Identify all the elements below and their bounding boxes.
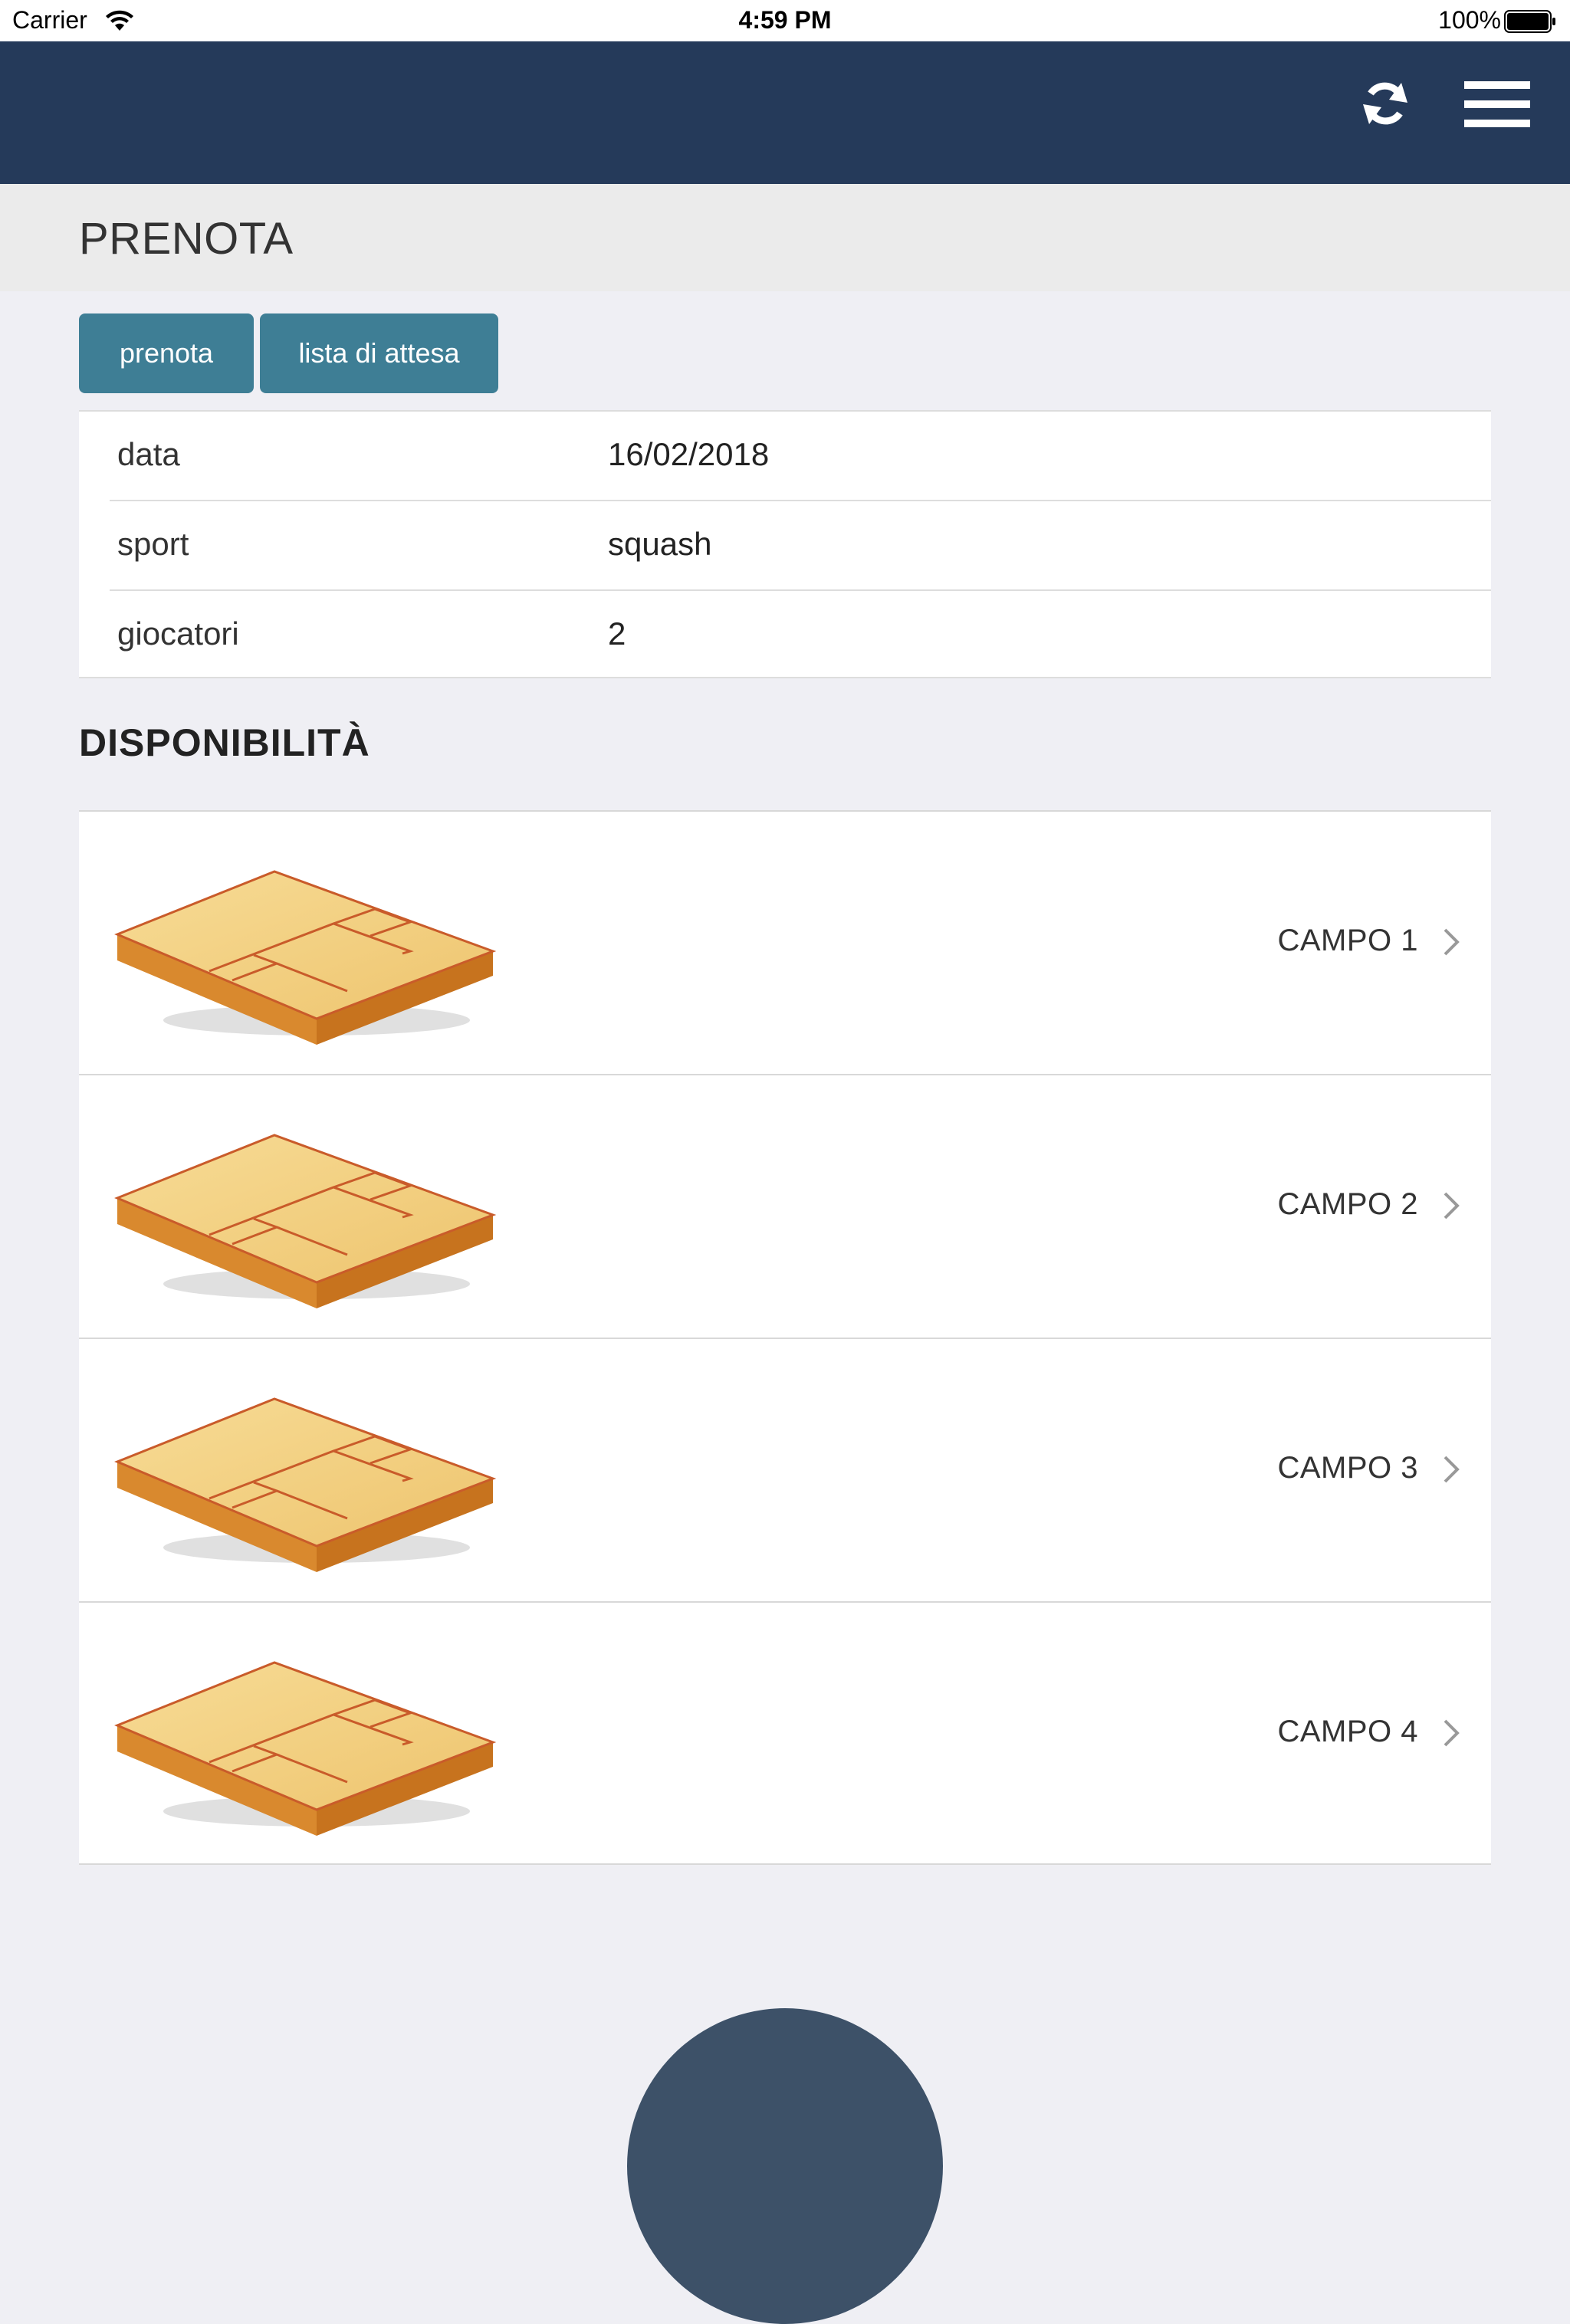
court-item-2[interactable]: CAMPO 2 [79, 1074, 1491, 1338]
court-item-4[interactable]: CAMPO 4 [79, 1601, 1491, 1865]
date-label: data [117, 436, 180, 472]
form-row-players[interactable]: giocatori 2 [110, 591, 1491, 681]
booking-form: data 16/02/2018 sport squash giocatori 2 [79, 410, 1491, 678]
squash-court-icon [114, 1134, 497, 1308]
availability-title: DISPONIBILITÀ [79, 721, 370, 764]
chevron-right-icon [1444, 928, 1460, 956]
sport-value: squash [608, 526, 712, 562]
court-item-1[interactable]: CAMPO 1 [79, 810, 1491, 1074]
form-row-sport[interactable]: sport squash [110, 501, 1491, 591]
chevron-right-icon [1444, 1456, 1460, 1483]
squash-court-icon [114, 870, 497, 1045]
form-row-date[interactable]: data 16/02/2018 [110, 412, 1491, 501]
court-label: CAMPO 4 [1277, 1715, 1418, 1748]
prenota-button[interactable]: prenota [79, 313, 254, 393]
chevron-right-icon [1444, 1719, 1460, 1747]
page-title: PRENOTA [79, 214, 294, 264]
app-header [0, 41, 1570, 184]
waiting-list-button[interactable]: lista di attesa [260, 313, 498, 393]
court-list: CAMPO 1 CAMPO 2 CAMPO 3 CAMPO 4 [79, 810, 1491, 1865]
squash-court-icon [114, 1661, 497, 1836]
court-label: CAMPO 3 [1277, 1451, 1418, 1485]
battery-icon [1504, 10, 1555, 33]
players-value: 2 [608, 615, 626, 652]
battery-percent: 100% [1438, 6, 1501, 34]
status-bar: Carrier 4:59 PM 100% [0, 0, 1570, 41]
squash-court-icon [114, 1397, 497, 1572]
court-label: CAMPO 2 [1277, 1187, 1418, 1221]
refresh-icon[interactable] [1358, 77, 1412, 130]
players-label: giocatori [117, 615, 239, 652]
court-item-3[interactable]: CAMPO 3 [79, 1338, 1491, 1601]
floating-action-button[interactable] [627, 2008, 943, 2324]
status-time: 4:59 PM [738, 6, 832, 34]
court-label: CAMPO 1 [1277, 924, 1418, 957]
sport-label: sport [117, 526, 189, 562]
chevron-right-icon [1444, 1192, 1460, 1219]
date-value: 16/02/2018 [608, 436, 770, 472]
title-band: PRENOTA [0, 184, 1570, 291]
hamburger-menu-icon[interactable] [1464, 78, 1530, 130]
